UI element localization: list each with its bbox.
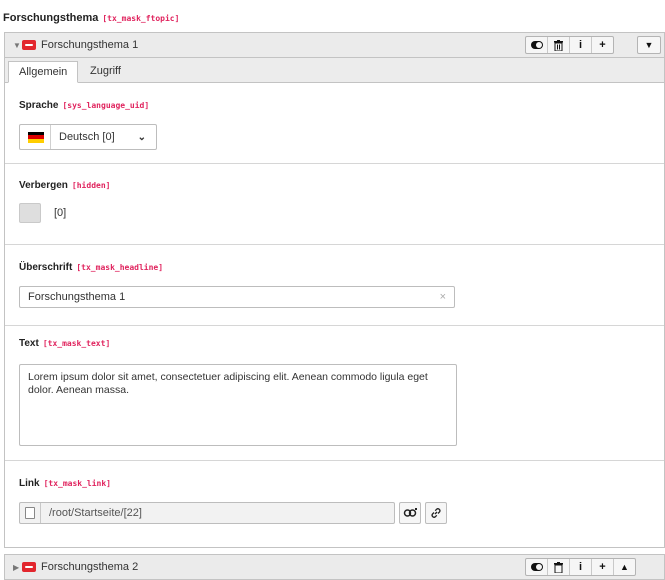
chevron-down-icon: ▼ [644,40,654,50]
chevron-down-icon: ⌄ [137,131,146,143]
headline-input-value: Forschungsthema 1 [28,291,126,303]
info-button[interactable]: i [570,37,592,53]
tab-allgemein[interactable]: Allgemein [8,61,79,83]
language-select[interactable]: Deutsch [0] ⌄ [19,124,157,150]
trash-icon [554,39,563,51]
field-sprache: Sprache [sys_language_uid] Deutsch [0] ⌄ [5,83,664,164]
field-text: Text [tx_mask_text] Lorem ipsum dolor sit… [5,326,664,461]
panel-2-header[interactable]: ▶ Forschungsthema 2 i + ▲ [5,555,664,579]
ueberschrift-label: Überschrift [tx_mask_headline] [19,262,163,273]
panel-2-title[interactable]: Forschungsthema 2 [41,561,138,573]
link-label-text: Link [19,478,40,489]
toggle-visibility-button[interactable] [526,37,548,53]
toggle-visibility-button[interactable] [526,559,548,575]
toggle-icon [530,563,543,571]
move-up-button[interactable]: ▲ [614,559,635,575]
panel-1-title[interactable]: Forschungsthema 1 [41,39,138,51]
field-ueberschrift: Überschrift [tx_mask_headline] Forschungs… [5,245,664,326]
plus-icon: + [599,39,606,51]
text-textarea[interactable]: Lorem ipsum dolor sit amet, consectetuer… [19,364,457,446]
link-browse-button[interactable] [399,502,421,524]
section-code: [tx_mask_ftopic] [102,14,180,23]
add-button[interactable]: + [592,37,613,53]
caret-right-icon[interactable]: ▶ [13,563,19,572]
link-code: [tx_mask_link] [43,479,111,488]
panel-1-controls: i + [525,36,614,54]
page-icon [20,503,41,523]
verbergen-label: Verbergen [hidden] [19,180,110,191]
trash-icon [554,561,563,573]
plus-icon: + [599,561,606,573]
text-label-text: Text [19,338,39,349]
delete-button[interactable] [548,559,570,575]
german-flag-icon [28,131,44,143]
mask-logo-icon [22,562,36,572]
text-code: [tx_mask_text] [42,339,111,348]
panel-1-header[interactable]: ▼ Forschungsthema 1 i + ▼ [5,33,664,58]
tab-zugriff[interactable]: Zugriff [80,61,131,82]
panel-2-controls: i + ▲ [525,558,636,576]
info-icon: i [578,39,583,51]
collapse-button[interactable]: ▼ [637,36,661,54]
tab-bar: Allgemein Zugriff [5,58,664,83]
verbergen-code: [hidden] [71,181,111,190]
hidden-checkbox[interactable] [19,203,41,223]
chain-link-icon [431,508,441,518]
link-value: /root/Startseite/[22] [49,507,142,519]
info-button[interactable]: i [570,559,592,575]
link-browser-icon [403,508,417,517]
caret-down-icon[interactable]: ▼ [13,41,21,50]
sprache-code: [sys_language_uid] [62,101,150,110]
panel-forschungsthema-2: ▶ Forschungsthema 2 i + ▲ [4,554,665,580]
sprache-label-text: Sprache [19,100,59,111]
link-field[interactable]: /root/Startseite/[22] [19,502,395,524]
chevron-up-icon: ▲ [620,562,629,572]
verbergen-label-text: Verbergen [19,180,68,191]
clear-icon[interactable]: × [440,287,446,307]
link-open-button[interactable] [425,502,447,524]
mask-logo-icon [22,40,36,50]
delete-button[interactable] [548,37,570,53]
add-button[interactable]: + [592,559,614,575]
headline-input[interactable]: Forschungsthema 1 × [19,286,455,308]
toggle-icon [530,41,543,49]
field-link: Link [tx_mask_link] /root/Startseite/[22] [5,461,664,551]
section-title-text: Forschungsthema [3,12,99,24]
ueberschrift-code: [tx_mask_headline] [76,263,164,272]
section-title: Forschungsthema [tx_mask_ftopic] [3,12,179,24]
field-verbergen: Verbergen [hidden] [0] [5,164,664,245]
hidden-value: [0] [54,207,67,219]
ueberschrift-label-text: Überschrift [19,262,73,273]
panel-forschungsthema-1: ▼ Forschungsthema 1 i + ▼ Allgemein Zugr… [4,32,665,548]
language-select-value: Deutsch [0] [59,131,115,143]
sprache-label: Sprache [sys_language_uid] [19,100,149,111]
info-icon: i [578,561,583,573]
text-label: Text [tx_mask_text] [19,338,110,349]
link-label: Link [tx_mask_link] [19,478,111,489]
